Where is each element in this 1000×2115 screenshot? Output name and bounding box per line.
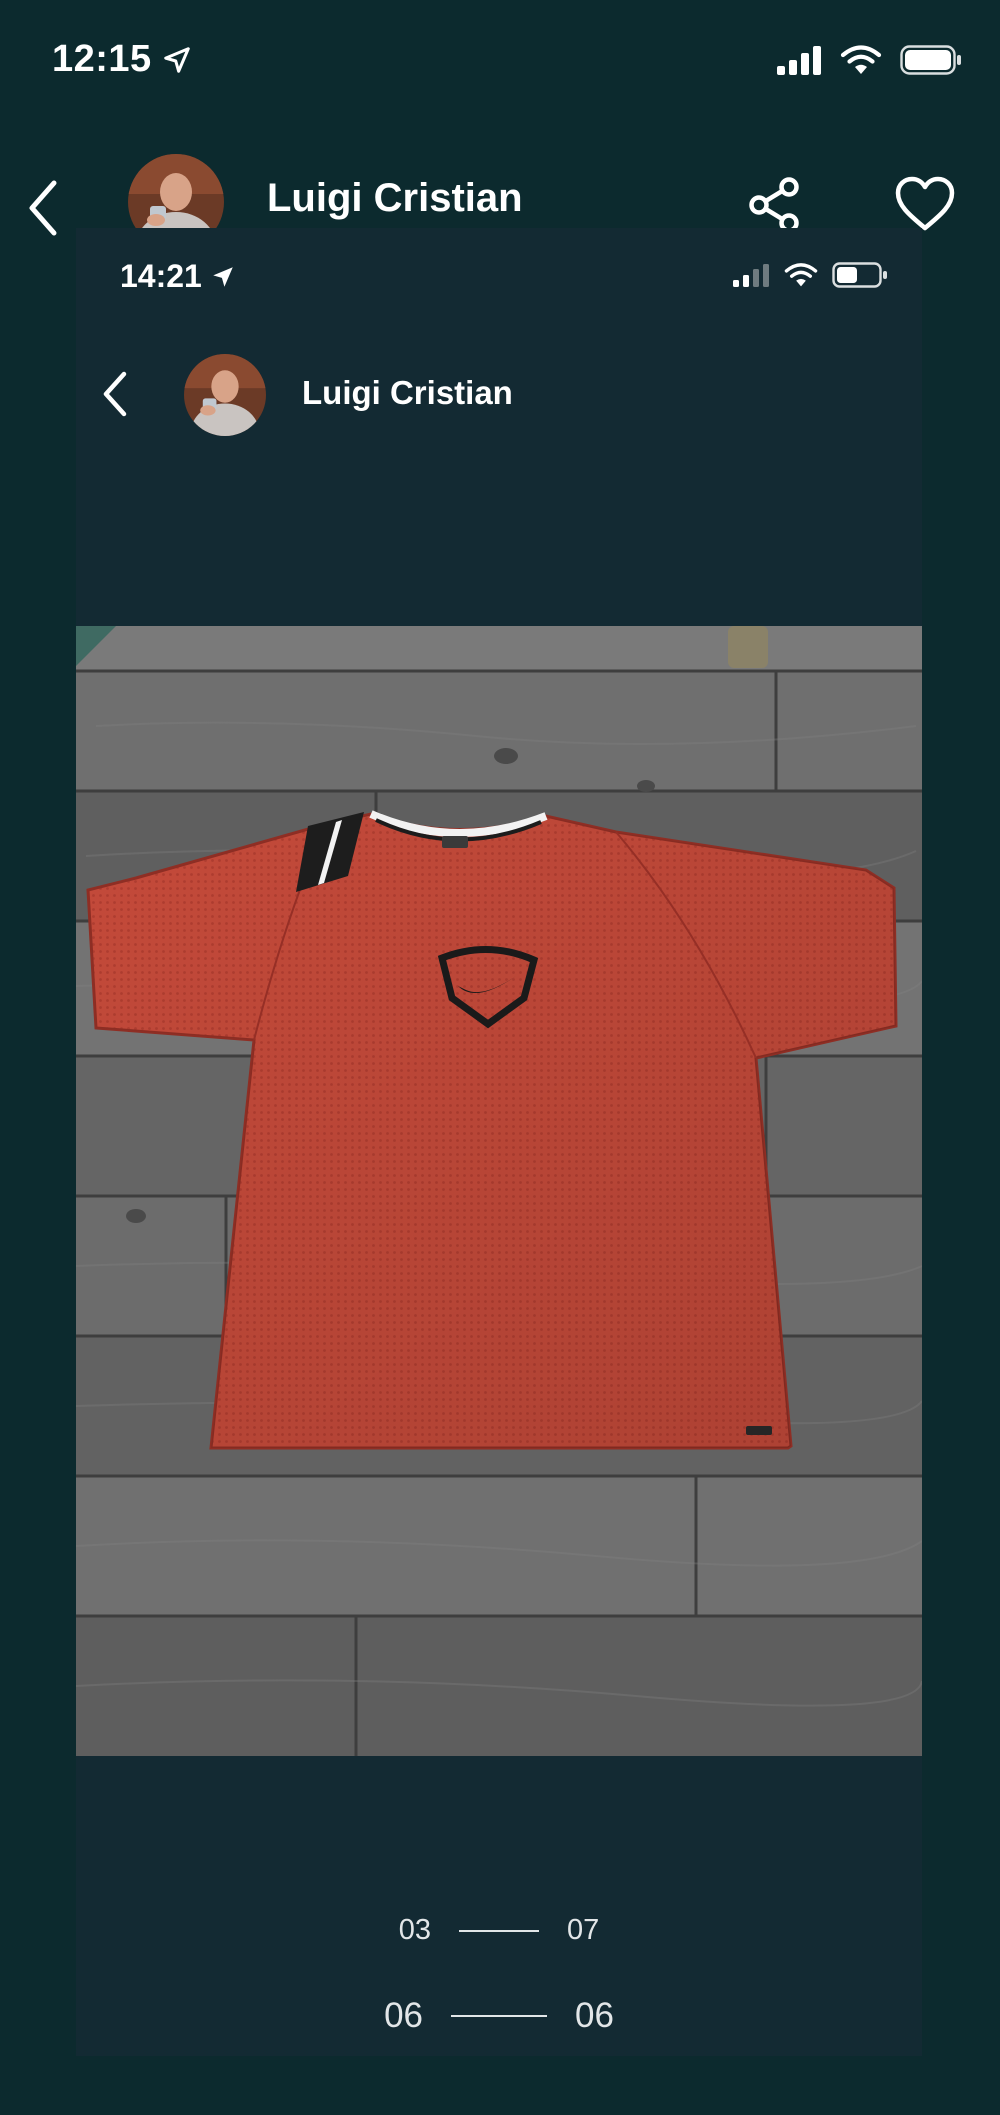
location-arrow-icon xyxy=(213,266,233,287)
dimension-start: 03 xyxy=(398,1914,431,1946)
dimension-separator xyxy=(451,2015,547,2017)
inner-back-button[interactable] xyxy=(90,364,140,424)
dimension-end: 07 xyxy=(567,1914,600,1946)
status-bar: 12:15 xyxy=(0,0,1000,120)
inner-avatar[interactable] xyxy=(184,354,266,436)
back-button[interactable] xyxy=(18,178,68,238)
inner-status-time: 14:21 xyxy=(120,258,202,294)
status-time-group: 12:15 xyxy=(52,38,192,81)
dimension-separator xyxy=(459,1929,539,1932)
jersey-on-floor-photo xyxy=(76,626,922,1756)
product-photo[interactable] xyxy=(76,626,922,1756)
avatar-photo xyxy=(184,354,266,436)
dimension-start: 06 xyxy=(384,1996,423,2035)
wifi-icon xyxy=(840,45,882,74)
status-indicators xyxy=(776,44,962,76)
embedded-screenshot: 14:21 Luigi Cristian 03 07 06 06 xyxy=(76,228,922,2056)
inner-status-time-group: 14:21 xyxy=(120,258,236,295)
inner-status-indicators xyxy=(732,262,888,288)
location-arrow-icon xyxy=(163,46,190,73)
share-icon xyxy=(749,177,799,233)
battery-level xyxy=(837,267,857,283)
inner-user-name[interactable]: Luigi Cristian xyxy=(302,374,513,412)
dimension-end: 06 xyxy=(575,1996,614,2035)
chevron-left-icon xyxy=(29,180,57,236)
status-time: 12:15 xyxy=(52,38,152,80)
heart-icon xyxy=(895,176,955,231)
user-name[interactable]: Luigi Cristian xyxy=(267,176,523,221)
dimension-row: 03 07 xyxy=(76,1914,922,1947)
wifi-icon xyxy=(784,263,818,287)
cellular-signal-icon xyxy=(733,264,769,287)
battery-half-icon xyxy=(832,262,887,288)
dimension-row: 06 06 xyxy=(76,1996,922,2036)
chevron-left-icon xyxy=(103,371,127,417)
battery-full-icon xyxy=(900,45,961,75)
cellular-signal-icon xyxy=(777,46,821,75)
